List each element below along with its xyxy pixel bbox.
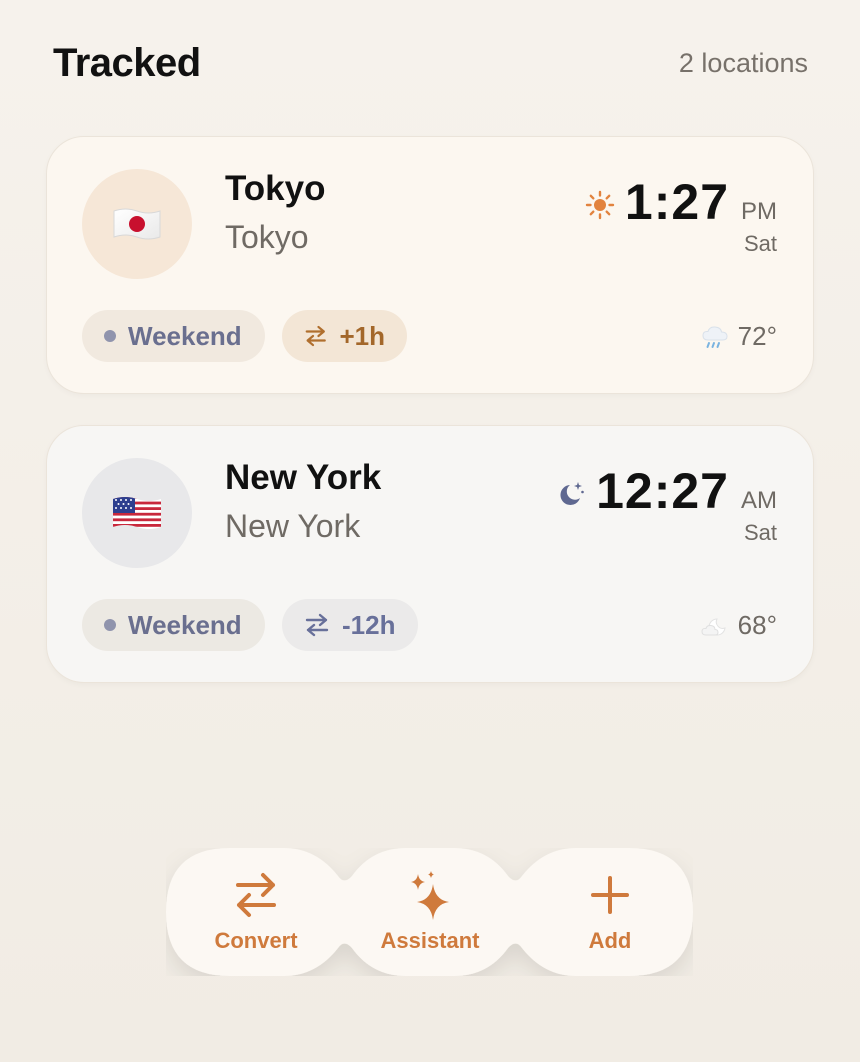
- sparkles-icon: [411, 871, 449, 920]
- weekend-chip: Weekend: [82, 310, 265, 362]
- add-label: Add: [588, 928, 632, 953]
- city-name: Tokyo: [225, 169, 326, 208]
- city-subtitle: New York: [225, 508, 361, 544]
- moon-cloud-icon: [701, 617, 726, 635]
- location-count: 2 locations: [678, 47, 808, 78]
- offset-chip: +1h: [282, 310, 407, 362]
- temperature: 72°: [737, 321, 777, 351]
- weather: 72°: [700, 321, 777, 352]
- swap-arrows-icon: [305, 325, 326, 347]
- usa-flag-icon: [113, 497, 161, 529]
- status-dot: [104, 330, 116, 342]
- local-time: 1:27 PM: [585, 173, 777, 231]
- flag-avatar: [82, 169, 192, 279]
- weather: 68°: [700, 610, 777, 641]
- rain-cloud-icon: [702, 325, 728, 348]
- moon-stars-icon: [560, 482, 584, 505]
- add-button[interactable]: Add: [520, 848, 700, 976]
- offset-label: +1h: [339, 320, 385, 351]
- flag-avatar: [82, 458, 192, 568]
- header: Tracked 2 locations: [53, 38, 808, 88]
- plus-icon: [591, 876, 629, 914]
- local-time: 12:27 AM: [556, 462, 777, 520]
- offset-chip: -12h: [282, 599, 418, 651]
- status-dot: [104, 619, 116, 631]
- day-label: Sat: [743, 520, 777, 545]
- weekend-label: Weekend: [128, 609, 242, 640]
- swap-arrows-icon: [236, 873, 276, 917]
- swap-arrows-icon: [305, 613, 329, 637]
- offset-label: -12h: [342, 609, 396, 640]
- city-subtitle: Tokyo: [225, 219, 309, 255]
- convert-label: Convert: [214, 928, 298, 953]
- time-value: 12:27: [596, 463, 729, 519]
- bottom-dock: Convert Assistant Add: [166, 848, 693, 976]
- time-period: PM: [741, 198, 777, 225]
- convert-button[interactable]: Convert: [166, 848, 346, 976]
- location-card-new-york[interactable]: New York New York 12:27 AM Sat Weekend -…: [46, 425, 814, 683]
- city-name: New York: [225, 458, 382, 497]
- sun-icon: [585, 190, 615, 220]
- japan-flag-icon: [113, 208, 161, 240]
- temperature: 68°: [737, 610, 777, 640]
- screen: Tracked 2 locations Tokyo Tokyo 1:27 PM …: [0, 0, 860, 1062]
- page-title: Tracked: [53, 40, 201, 85]
- assistant-button[interactable]: Assistant: [340, 848, 520, 976]
- time-value: 1:27: [624, 174, 729, 230]
- weekend-chip: Weekend: [82, 599, 265, 651]
- time-period: AM: [741, 487, 777, 514]
- assistant-label: Assistant: [380, 928, 480, 953]
- weekend-label: Weekend: [128, 320, 242, 351]
- day-label: Sat: [743, 231, 777, 256]
- location-card-tokyo[interactable]: Tokyo Tokyo 1:27 PM Sat Weekend +1h 72°: [46, 136, 814, 394]
